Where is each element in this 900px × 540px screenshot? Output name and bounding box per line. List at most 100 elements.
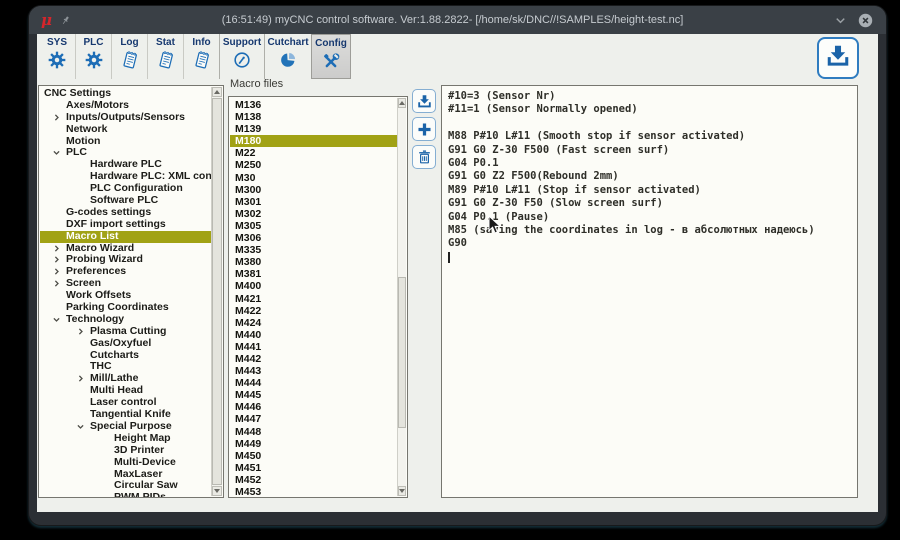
sidebar-item-plc-configuration[interactable]: PLC Configuration <box>40 183 212 195</box>
macro-file-item-m448[interactable]: M448 <box>230 426 398 438</box>
macro-file-item-m453[interactable]: M453 <box>230 486 398 498</box>
sidebar-item-work-offsets[interactable]: Work Offsets <box>40 290 212 302</box>
macro-file-item-m306[interactable]: M306 <box>230 232 398 244</box>
sidebar-item-cnc-settings[interactable]: CNC Settings <box>40 88 212 100</box>
macro-file-item-m302[interactable]: M302 <box>230 208 398 220</box>
sidebar-item-circular-saw[interactable]: Circular Saw <box>40 480 212 492</box>
macro-file-item-m22[interactable]: M22 <box>230 147 398 159</box>
macro-file-item-m421[interactable]: M421 <box>230 293 398 305</box>
macro-file-item-m305[interactable]: M305 <box>230 220 398 232</box>
sidebar-item-screen[interactable]: Screen <box>40 278 212 290</box>
sidebar-item-parking-coordinates[interactable]: Parking Coordinates <box>40 302 212 314</box>
sidebar-item-macro-list[interactable]: Macro List <box>40 231 212 243</box>
sidebar-item-preferences[interactable]: Preferences <box>40 266 212 278</box>
macro-file-item-m136[interactable]: M136 <box>230 99 398 111</box>
scroll-up-icon[interactable] <box>398 98 406 108</box>
sidebar-item-software-plc[interactable]: Software PLC <box>40 195 212 207</box>
chevron-right-icon[interactable] <box>76 374 86 384</box>
tab-sys[interactable]: SYS <box>39 34 75 79</box>
chevron-right-icon[interactable] <box>76 327 86 337</box>
macro-file-item-m440[interactable]: M440 <box>230 329 398 341</box>
sidebar-item-axes-motors[interactable]: Axes/Motors <box>40 100 212 112</box>
sidebar-item-special-purpose[interactable]: Special Purpose <box>40 421 212 433</box>
macro-list-scrollbar-thumb[interactable] <box>398 277 406 428</box>
sidebar-item-multi-head[interactable]: Multi Head <box>40 385 212 397</box>
tab-plc[interactable]: PLC <box>75 34 111 79</box>
macro-file-item-m335[interactable]: M335 <box>230 244 398 256</box>
macro-file-item-m300[interactable]: M300 <box>230 184 398 196</box>
sidebar-item-thc[interactable]: THC <box>40 361 212 373</box>
tree-scrollbar-thumb[interactable] <box>212 98 222 485</box>
save-macro-button[interactable] <box>412 89 436 113</box>
sidebar-item-3d-printer[interactable]: 3D Printer <box>40 445 212 457</box>
macro-file-item-m445[interactable]: M445 <box>230 389 398 401</box>
sidebar-item-plc[interactable]: PLC <box>40 147 212 159</box>
macro-file-item-m180[interactable]: M180 <box>230 135 398 147</box>
save-config-button[interactable] <box>817 37 859 79</box>
close-button[interactable] <box>857 12 874 29</box>
macro-file-item-m444[interactable]: M444 <box>230 377 398 389</box>
sidebar-item-hardware-plc[interactable]: Hardware PLC <box>40 159 212 171</box>
sidebar-item-technology[interactable]: Technology <box>40 314 212 326</box>
sidebar-item-tangential-knife[interactable]: Tangential Knife <box>40 409 212 421</box>
macro-file-item-m451[interactable]: M451 <box>230 462 398 474</box>
chevron-right-icon[interactable] <box>52 244 62 254</box>
sidebar-item-g-codes-settings[interactable]: G-codes settings <box>40 207 212 219</box>
sidebar-item-probing-wizard[interactable]: Probing Wizard <box>40 254 212 266</box>
scroll-up-icon[interactable] <box>212 87 222 97</box>
sidebar-item-macro-wizard[interactable]: Macro Wizard <box>40 243 212 255</box>
tab-stat[interactable]: Stat <box>147 34 183 79</box>
macro-file-item-m443[interactable]: M443 <box>230 365 398 377</box>
sidebar-item-cutcharts[interactable]: Cutcharts <box>40 350 212 362</box>
delete-macro-button[interactable] <box>412 145 436 169</box>
chevron-right-icon[interactable] <box>52 113 62 123</box>
macro-file-item-m301[interactable]: M301 <box>230 196 398 208</box>
macro-file-item-m30[interactable]: M30 <box>230 172 398 184</box>
tab-support[interactable]: Support <box>219 34 264 79</box>
chevron-right-icon[interactable] <box>52 255 62 265</box>
macro-file-item-m422[interactable]: M422 <box>230 305 398 317</box>
tab-log[interactable]: Log <box>111 34 147 79</box>
sidebar-item-pwm-pids[interactable]: PWM PIDs <box>40 492 212 498</box>
sidebar-item-dxf-import-settings[interactable]: DXF import settings <box>40 219 212 231</box>
macro-file-item-m138[interactable]: M138 <box>230 111 398 123</box>
tab-info[interactable]: Info <box>183 34 219 79</box>
macro-file-item-m380[interactable]: M380 <box>230 256 398 268</box>
macro-file-item-m400[interactable]: M400 <box>230 280 398 292</box>
macro-file-item-m442[interactable]: M442 <box>230 353 398 365</box>
tab-cutchart[interactable]: Cutchart <box>264 34 311 79</box>
scroll-down-icon[interactable] <box>212 486 222 496</box>
chevron-right-icon[interactable] <box>52 267 62 277</box>
sidebar-item-gas-oxyfuel[interactable]: Gas/Oxyfuel <box>40 338 212 350</box>
macro-file-item-m450[interactable]: M450 <box>230 450 398 462</box>
macro-editor[interactable]: #10=3 (Sensor Nr)#11=1 (Sensor Normally … <box>442 86 857 497</box>
macro-file-item-m424[interactable]: M424 <box>230 317 398 329</box>
sidebar-item-network[interactable]: Network <box>40 124 212 136</box>
scroll-down-icon[interactable] <box>398 486 406 496</box>
chevron-down-icon[interactable] <box>52 148 62 158</box>
chevron-right-icon[interactable] <box>52 279 62 289</box>
macro-file-item-m381[interactable]: M381 <box>230 268 398 280</box>
chevron-down-icon[interactable] <box>52 315 62 325</box>
tab-config[interactable]: Config <box>311 34 351 79</box>
tree-scrollbar[interactable] <box>211 87 222 496</box>
sidebar-item-plasma-cutting[interactable]: Plasma Cutting <box>40 326 212 338</box>
pin-icon[interactable] <box>59 14 72 27</box>
add-macro-button[interactable] <box>412 117 436 141</box>
macro-file-item-m447[interactable]: M447 <box>230 413 398 425</box>
sidebar-item-multi-device[interactable]: Multi-Device <box>40 457 212 469</box>
macro-file-item-m449[interactable]: M449 <box>230 438 398 450</box>
sidebar-item-motion[interactable]: Motion <box>40 136 212 148</box>
macro-file-item-m139[interactable]: M139 <box>230 123 398 135</box>
macro-file-item-m452[interactable]: M452 <box>230 474 398 486</box>
chevron-down-icon[interactable] <box>76 422 86 432</box>
sidebar-item-maxlaser[interactable]: MaxLaser <box>40 469 212 481</box>
shade-button[interactable] <box>833 13 848 28</box>
macro-list-scrollbar[interactable] <box>397 98 406 496</box>
sidebar-item-laser-control[interactable]: Laser control <box>40 397 212 409</box>
sidebar-item-hardware-plc-xml-configs[interactable]: Hardware PLC: XML configs <box>40 171 212 183</box>
sidebar-item-mill-lathe[interactable]: Mill/Lathe <box>40 373 212 385</box>
macro-file-item-m446[interactable]: M446 <box>230 401 398 413</box>
sidebar-item-height-map[interactable]: Height Map <box>40 433 212 445</box>
sidebar-item-inputs-outputs-sensors[interactable]: Inputs/Outputs/Sensors <box>40 112 212 124</box>
